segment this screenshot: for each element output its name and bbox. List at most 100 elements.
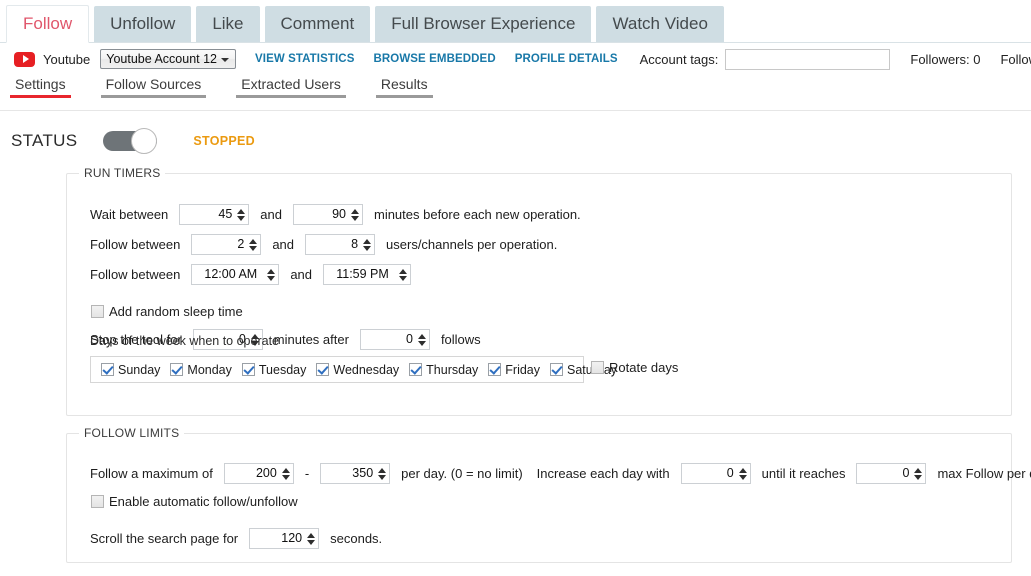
increase-each-day-value: 0: [686, 464, 739, 483]
module-tab-watch-video[interactable]: Watch Video: [596, 6, 723, 42]
spinner-up-icon[interactable]: [307, 533, 315, 538]
follow-time-row: Follow between 12:00 AM and 11:59 PM: [90, 264, 411, 285]
auto-follow-wrap[interactable]: Enable automatic follow/unfollow: [91, 494, 298, 509]
until-it-reaches-value: 0: [861, 464, 914, 483]
follow-time-end-value: 11:59 PM: [328, 265, 399, 284]
follow-count-suffix: users/channels per operation.: [386, 237, 557, 252]
spinner-up-icon[interactable]: [914, 468, 922, 473]
until-it-reaches-label: until it reaches: [762, 466, 846, 481]
spinner-arrows[interactable]: [351, 209, 360, 221]
module-tab-like[interactable]: Like: [196, 6, 259, 42]
tab-underline: [10, 95, 71, 98]
rotate-days-checkbox[interactable]: [591, 361, 604, 374]
until-it-reaches-spinner[interactable]: 0: [856, 463, 926, 484]
spinner-up-icon[interactable]: [363, 239, 371, 244]
spinner-arrows[interactable]: [739, 468, 748, 480]
section-tab-bar: Settings Follow Sources Extracted Users …: [0, 76, 1031, 104]
module-tab-unfollow[interactable]: Unfollow: [94, 6, 191, 42]
tab-label: Settings: [15, 76, 66, 92]
spinner-arrows[interactable]: [249, 239, 258, 251]
follow-maximum-min-spinner[interactable]: 200: [224, 463, 294, 484]
tab-underline: [236, 95, 346, 98]
follow-maximum-max-spinner[interactable]: 350: [320, 463, 390, 484]
rotate-days-wrap[interactable]: Rotate days: [591, 360, 678, 375]
spinner-down-icon[interactable]: [399, 276, 407, 281]
day-monday-checkbox[interactable]: [170, 363, 183, 376]
tab-settings[interactable]: Settings: [10, 76, 71, 98]
follow-maximum-suffix: per day. (0 = no limit): [401, 466, 523, 481]
spinner-down-icon[interactable]: [307, 540, 315, 545]
spinner-down-icon[interactable]: [249, 246, 257, 251]
spinner-up-icon[interactable]: [351, 209, 359, 214]
day-thursday[interactable]: Thursday: [409, 363, 478, 377]
module-tab-full-browser-experience[interactable]: Full Browser Experience: [375, 6, 591, 42]
spinner-down-icon[interactable]: [282, 475, 290, 480]
module-tab-follow[interactable]: Follow: [6, 5, 89, 43]
spinner-up-icon[interactable]: [378, 468, 386, 473]
spinner-arrows[interactable]: [282, 468, 291, 480]
day-saturday-checkbox[interactable]: [550, 363, 563, 376]
wait-max-spinner[interactable]: 90: [293, 204, 363, 225]
day-friday-checkbox[interactable]: [488, 363, 501, 376]
spinner-arrows[interactable]: [363, 239, 372, 251]
follow-maximum-separator: -: [305, 466, 309, 481]
spinner-up-icon[interactable]: [267, 269, 275, 274]
tab-label: Follow Sources: [106, 76, 202, 92]
profile-details-link[interactable]: PROFILE DETAILS: [515, 53, 618, 65]
spinner-down-icon[interactable]: [418, 341, 426, 346]
random-sleep-checkbox[interactable]: [91, 305, 104, 318]
spinner-up-icon[interactable]: [399, 269, 407, 274]
random-sleep-checkbox-wrap[interactable]: Add random sleep time: [91, 304, 243, 319]
day-sunday[interactable]: Sunday: [101, 363, 160, 377]
spinner-up-icon[interactable]: [418, 334, 426, 339]
spinner-up-icon[interactable]: [237, 209, 245, 214]
day-tuesday-checkbox[interactable]: [242, 363, 255, 376]
spinner-down-icon[interactable]: [914, 475, 922, 480]
follow-count-max-spinner[interactable]: 8: [305, 234, 375, 255]
header-divider: [0, 110, 1031, 111]
day-tuesday[interactable]: Tuesday: [242, 363, 306, 377]
tab-follow-sources[interactable]: Follow Sources: [101, 76, 207, 98]
status-toggle[interactable]: [103, 131, 157, 151]
spinner-up-icon[interactable]: [739, 468, 747, 473]
day-thursday-checkbox[interactable]: [409, 363, 422, 376]
day-friday[interactable]: Friday: [488, 363, 540, 377]
auto-follow-checkbox[interactable]: [91, 495, 104, 508]
tab-extracted-users[interactable]: Extracted Users: [236, 76, 346, 98]
follow-count-min-spinner[interactable]: 2: [191, 234, 261, 255]
browse-embedded-link[interactable]: BROWSE EMBEDDED: [373, 53, 495, 65]
follow-time-end-spinner[interactable]: 11:59 PM: [323, 264, 411, 285]
account-select-dropdown[interactable]: Youtube Account 12: [100, 49, 236, 69]
spinner-arrows[interactable]: [418, 334, 427, 346]
spinner-down-icon[interactable]: [363, 246, 371, 251]
spinner-up-icon[interactable]: [249, 239, 257, 244]
spinner-down-icon[interactable]: [237, 216, 245, 221]
run-timers-section: RUN TIMERS Wait between 45 and 90 minute…: [66, 173, 1012, 416]
day-wednesday-checkbox[interactable]: [316, 363, 329, 376]
spinner-down-icon[interactable]: [378, 475, 386, 480]
module-tab-comment[interactable]: Comment: [265, 6, 371, 42]
stop-tool-follows-spinner[interactable]: 0: [360, 329, 430, 350]
spinner-arrows[interactable]: [267, 269, 276, 281]
spinner-arrows[interactable]: [914, 468, 923, 480]
day-wednesday[interactable]: Wednesday: [316, 363, 399, 377]
account-tags-input[interactable]: [725, 49, 890, 70]
spinner-down-icon[interactable]: [267, 276, 275, 281]
wait-between-row: Wait between 45 and 90 minutes before ea…: [90, 204, 581, 225]
spinner-arrows[interactable]: [378, 468, 387, 480]
follow-time-conjunction: and: [290, 267, 312, 282]
wait-min-spinner[interactable]: 45: [179, 204, 249, 225]
scroll-seconds-spinner[interactable]: 120: [249, 528, 319, 549]
tab-results[interactable]: Results: [376, 76, 433, 98]
increase-each-day-spinner[interactable]: 0: [681, 463, 751, 484]
spinner-down-icon[interactable]: [739, 475, 747, 480]
day-monday[interactable]: Monday: [170, 363, 231, 377]
follow-time-start-spinner[interactable]: 12:00 AM: [191, 264, 279, 285]
day-sunday-checkbox[interactable]: [101, 363, 114, 376]
spinner-arrows[interactable]: [399, 269, 408, 281]
spinner-up-icon[interactable]: [282, 468, 290, 473]
spinner-down-icon[interactable]: [351, 216, 359, 221]
spinner-arrows[interactable]: [307, 533, 316, 545]
spinner-arrows[interactable]: [237, 209, 246, 221]
view-statistics-link[interactable]: VIEW STATISTICS: [255, 53, 354, 65]
